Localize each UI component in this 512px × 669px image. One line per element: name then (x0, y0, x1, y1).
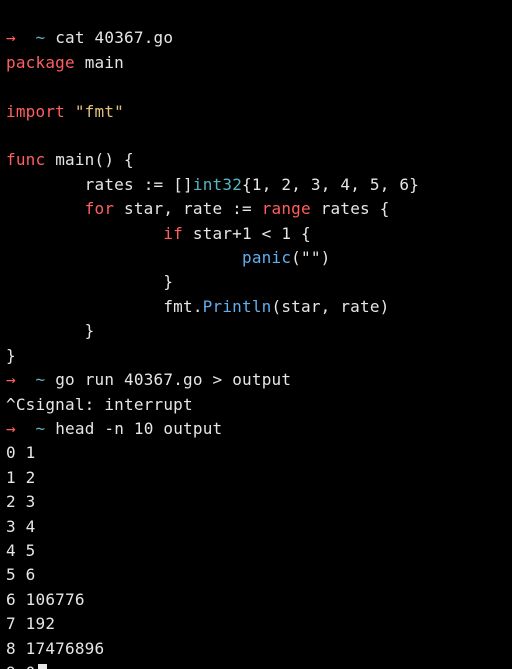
go-line: import "fmt" (6, 102, 124, 121)
output-line: 3 4 (6, 517, 36, 536)
go-blank-line (6, 126, 16, 145)
cmd-head: head -n 10 output (55, 419, 222, 438)
cursor-icon (38, 664, 47, 669)
output-line: 1 2 (6, 468, 36, 487)
go-line: rates := []int32{1, 2, 3, 4, 5, 6} (6, 175, 419, 194)
prompt-tilde-icon: ~ (36, 419, 46, 438)
go-line: package main (6, 53, 124, 72)
go-line: func main() { (6, 150, 134, 169)
go-line: for star, rate := range rates { (6, 199, 390, 218)
output-line: 2 3 (6, 492, 36, 511)
prompt-arrow-icon: → (6, 370, 16, 389)
go-line: fmt.Println(star, rate) (6, 297, 390, 316)
output-line: 0 1 (6, 443, 36, 462)
output-line: 6 106776 (6, 590, 85, 609)
prompt-tilde-icon: ~ (36, 28, 46, 47)
prompt-arrow-icon: → (6, 419, 16, 438)
go-line: } (6, 346, 16, 365)
output-line: 8 17476896 (6, 639, 104, 658)
go-line: if star+1 < 1 { (6, 224, 311, 243)
prompt-line: → ~ go run 40367.go > output (6, 370, 291, 389)
go-line: } (6, 272, 173, 291)
output-line: 4 5 (6, 541, 36, 560)
output-line: 5 6 (6, 565, 36, 584)
cmd-cat: cat 40367.go (55, 28, 173, 47)
interrupt-line: ^Csignal: interrupt (6, 395, 193, 414)
output-line: 9 0 (6, 663, 36, 669)
output-line: 7 192 (6, 614, 55, 633)
prompt-arrow-icon: → (6, 28, 16, 47)
prompt-tilde-icon: ~ (36, 370, 46, 389)
terminal[interactable]: → ~ cat 40367.go package main import "fm… (0, 0, 512, 669)
go-blank-line (6, 77, 16, 96)
go-line: } (6, 321, 95, 340)
prompt-line: → ~ cat 40367.go (6, 28, 173, 47)
prompt-line: → ~ head -n 10 output (6, 419, 222, 438)
go-line: panic("") (6, 248, 331, 267)
cmd-go-run: go run 40367.go > output (55, 370, 291, 389)
